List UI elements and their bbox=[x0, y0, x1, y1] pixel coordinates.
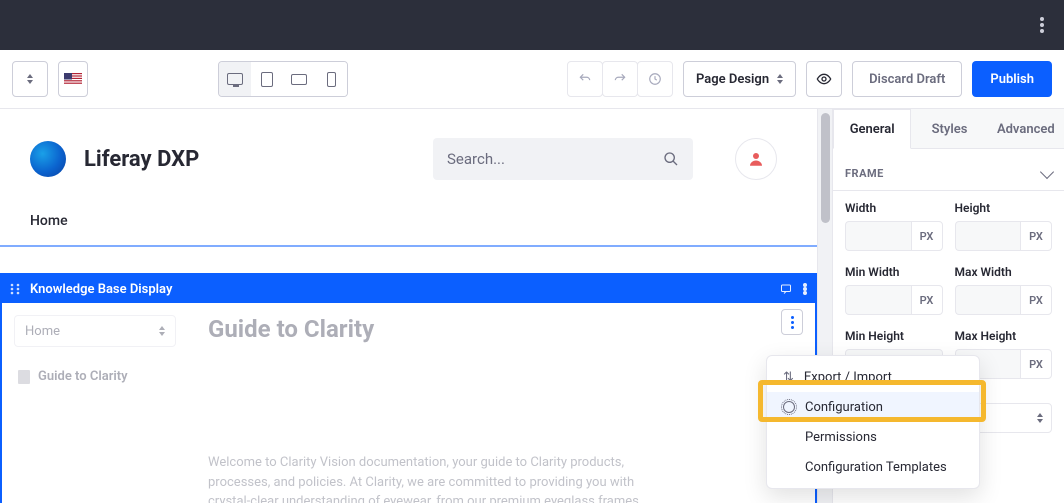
kb-sidebar: Home Guide to Clarity bbox=[2, 303, 188, 503]
frame-section-toggle[interactable]: FRAME bbox=[845, 161, 1052, 190]
device-landscape-button[interactable] bbox=[283, 62, 315, 96]
min-width-input[interactable] bbox=[845, 285, 911, 315]
kb-home-selector[interactable]: Home bbox=[14, 315, 176, 347]
history-button[interactable] bbox=[637, 61, 673, 97]
menu-configuration[interactable]: Configuration bbox=[767, 392, 979, 422]
swap-icon: ⇅ bbox=[783, 370, 794, 385]
language-selector[interactable] bbox=[58, 61, 88, 97]
undo-icon bbox=[578, 72, 592, 86]
max-height-unit[interactable]: PX bbox=[1020, 349, 1052, 379]
height-input[interactable] bbox=[955, 221, 1021, 251]
undo-button[interactable] bbox=[567, 61, 603, 97]
kb-widget-body: Home Guide to Clarity Guide to Clarity W… bbox=[2, 303, 815, 503]
preview-button[interactable] bbox=[806, 61, 842, 97]
max-width-input[interactable] bbox=[955, 285, 1021, 315]
document-icon bbox=[18, 370, 30, 384]
search-icon bbox=[663, 151, 679, 167]
user-menu[interactable] bbox=[735, 138, 777, 180]
site-name: Liferay DXP bbox=[84, 147, 199, 172]
global-header-bar bbox=[0, 0, 1064, 50]
editor-toolbar: Page Design Discard Draft Publish bbox=[0, 50, 1064, 109]
device-desktop-button[interactable] bbox=[219, 62, 251, 96]
experience-selector[interactable] bbox=[12, 61, 48, 97]
selected-fragment: Knowledge Base Display Home Gu bbox=[0, 273, 817, 503]
site-logo bbox=[30, 141, 66, 177]
redo-button[interactable] bbox=[602, 61, 638, 97]
fragment-options-icon[interactable] bbox=[803, 283, 807, 295]
tab-general[interactable]: General bbox=[833, 109, 911, 149]
min-width-label: Min Width bbox=[845, 265, 943, 279]
height-unit[interactable]: PX bbox=[1020, 221, 1052, 251]
width-unit[interactable]: PX bbox=[911, 221, 943, 251]
site-nav: Home bbox=[0, 209, 817, 245]
user-icon bbox=[747, 150, 765, 168]
max-height-label: Max Height bbox=[955, 329, 1053, 343]
device-phone-button[interactable] bbox=[315, 62, 347, 96]
selection-toolbar: Knowledge Base Display bbox=[2, 275, 815, 303]
menu-permissions[interactable]: Permissions bbox=[767, 422, 979, 452]
device-tablet-button[interactable] bbox=[251, 62, 283, 96]
discard-draft-button[interactable]: Discard Draft bbox=[852, 61, 962, 97]
kb-article-title: Guide to Clarity bbox=[208, 315, 795, 343]
width-input[interactable] bbox=[845, 221, 911, 251]
edit-mode-label: Page Design bbox=[696, 72, 769, 87]
menu-export-import[interactable]: ⇅ Export / Import bbox=[767, 362, 979, 392]
kb-article-body: Welcome to Clarity Vision documentation,… bbox=[208, 453, 648, 503]
min-width-unit[interactable]: PX bbox=[911, 285, 943, 315]
drag-handle-icon[interactable] bbox=[10, 283, 20, 295]
search-input[interactable]: Search... bbox=[433, 138, 693, 180]
tab-styles[interactable]: Styles bbox=[911, 109, 987, 148]
site-header: Liferay DXP Search... bbox=[0, 109, 817, 209]
kb-article: Guide to Clarity Welcome to Clarity Visi… bbox=[188, 303, 815, 503]
chevron-down-icon bbox=[1040, 164, 1054, 178]
tab-advanced[interactable]: Advanced bbox=[988, 109, 1064, 148]
search-placeholder: Search... bbox=[447, 150, 663, 168]
gear-icon bbox=[783, 401, 795, 413]
flag-us-icon bbox=[64, 73, 82, 85]
width-label: Width bbox=[845, 201, 943, 215]
max-width-label: Max Width bbox=[955, 265, 1053, 279]
page-canvas: Liferay DXP Search... Home Knowledge Bas… bbox=[0, 109, 817, 503]
eye-icon bbox=[816, 71, 832, 87]
min-height-label: Min Height bbox=[845, 329, 943, 343]
publish-button[interactable]: Publish bbox=[972, 61, 1052, 97]
edit-mode-selector[interactable]: Page Design bbox=[683, 61, 796, 97]
global-menu-icon[interactable] bbox=[1040, 17, 1044, 33]
selection-label: Knowledge Base Display bbox=[30, 282, 172, 297]
device-preview-group bbox=[218, 61, 348, 97]
widget-options-menu: ⇅ Export / Import Configuration Permissi… bbox=[766, 355, 980, 489]
kb-tree-item[interactable]: Guide to Clarity bbox=[14, 347, 176, 406]
height-label: Height bbox=[955, 201, 1053, 215]
menu-config-templates[interactable]: Configuration Templates bbox=[767, 452, 979, 482]
panel-tabs: General Styles Advanced bbox=[833, 109, 1064, 149]
redo-icon bbox=[613, 72, 627, 86]
max-width-unit[interactable]: PX bbox=[1020, 285, 1052, 315]
nav-home-link[interactable]: Home bbox=[30, 213, 68, 229]
clock-icon bbox=[648, 72, 662, 86]
comments-icon[interactable] bbox=[779, 283, 793, 295]
